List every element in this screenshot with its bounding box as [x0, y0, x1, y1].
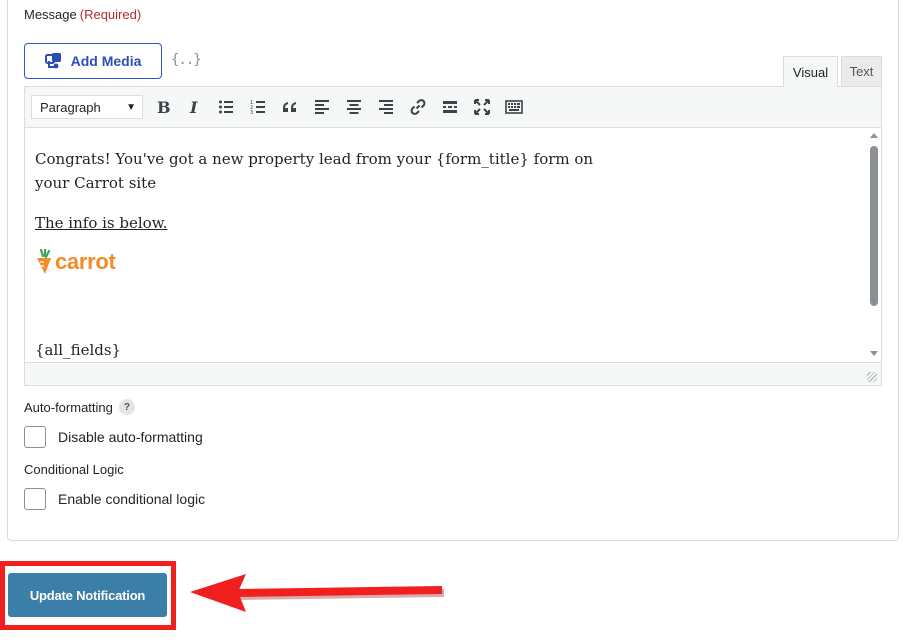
disable-auto-formatting-label[interactable]: Disable auto-formatting — [58, 429, 203, 445]
intro-line-2: your Carrot site — [35, 174, 157, 192]
required-indicator: (Required) — [79, 7, 142, 22]
media-icon — [44, 53, 61, 69]
editor-toolbar: Paragraph ▼ B I 1 2 3 — [25, 87, 881, 128]
blockquote-button[interactable] — [274, 91, 306, 123]
add-media-button[interactable]: Add Media — [24, 43, 162, 79]
link-button[interactable] — [402, 91, 434, 123]
bold-icon: B — [157, 98, 171, 116]
editor-scrollbar[interactable] — [867, 129, 881, 362]
svg-text:I: I — [189, 98, 198, 116]
format-select-value: Paragraph — [40, 99, 101, 115]
scrollbar-thumb[interactable] — [870, 146, 878, 306]
disable-auto-formatting-option[interactable]: Disable auto-formatting — [24, 426, 203, 448]
editor-paragraph-intro: Congrats! You've got a new property lead… — [35, 147, 857, 195]
merge-tags-icon[interactable]: {..} — [171, 52, 202, 68]
editor-statusbar — [25, 362, 881, 385]
enable-conditional-logic-label[interactable]: Enable conditional logic — [58, 491, 205, 507]
align-right-button[interactable] — [370, 91, 402, 123]
chevron-down-icon: ▼ — [126, 101, 136, 113]
fullscreen-button[interactable] — [466, 91, 498, 123]
tab-visual[interactable]: Visual — [783, 56, 838, 87]
annotation-arrow-icon — [190, 574, 445, 612]
italic-button[interactable]: I — [178, 91, 210, 123]
align-right-icon — [379, 100, 393, 114]
numbered-list-icon: 1 2 3 — [250, 100, 265, 116]
align-center-button[interactable] — [338, 91, 370, 123]
enable-conditional-logic-option[interactable]: Enable conditional logic — [24, 488, 205, 510]
update-notification-button[interactable]: Update Notification — [8, 573, 167, 617]
auto-formatting-label: Auto-formatting ? — [24, 399, 135, 415]
format-select[interactable]: Paragraph ▼ — [31, 95, 143, 119]
add-media-label: Add Media — [70, 53, 142, 69]
auto-formatting-label-text: Auto-formatting — [24, 399, 113, 415]
bulleted-list-button[interactable] — [210, 91, 242, 123]
toolbar-toggle-button[interactable] — [498, 91, 530, 123]
align-left-icon — [315, 100, 329, 114]
align-center-icon — [347, 100, 361, 114]
scroll-up-arrow-icon[interactable] — [870, 133, 878, 138]
keyboard-icon — [505, 100, 523, 114]
carrot-logo: carrot — [35, 249, 857, 275]
conditional-logic-label: Conditional Logic — [24, 462, 124, 477]
align-left-button[interactable] — [306, 91, 338, 123]
fullscreen-icon — [474, 99, 490, 115]
scroll-down-arrow-icon[interactable] — [870, 351, 878, 356]
message-editor: Paragraph ▼ B I 1 2 3 Congrats! You've g… — [24, 86, 882, 386]
svg-text:B: B — [157, 98, 171, 116]
conditional-logic-label-text: Conditional Logic — [24, 462, 124, 477]
read-more-icon — [443, 101, 457, 113]
carrot-logo-icon — [37, 249, 51, 274]
help-icon[interactable]: ? — [118, 399, 135, 415]
read-more-button[interactable] — [434, 91, 466, 123]
svg-text:3: 3 — [250, 110, 253, 116]
resize-handle-icon[interactable] — [867, 372, 877, 382]
blockquote-icon — [283, 102, 296, 112]
carrot-logo-text: carrot — [55, 249, 116, 274]
link-icon — [410, 99, 426, 115]
numbered-list-button[interactable]: 1 2 3 — [242, 91, 274, 123]
bulleted-list-icon — [219, 100, 233, 114]
enable-conditional-logic-checkbox[interactable] — [24, 488, 46, 510]
disable-auto-formatting-checkbox[interactable] — [24, 426, 46, 448]
message-label-text: Message — [24, 7, 77, 22]
intro-line-1: Congrats! You've got a new property lead… — [35, 150, 594, 168]
tab-text[interactable]: Text — [841, 56, 882, 86]
italic-icon: I — [189, 98, 198, 116]
editor-content[interactable]: Congrats! You've got a new property lead… — [25, 129, 867, 362]
bold-button[interactable]: B — [146, 91, 178, 123]
all-fields-merge-tag: {all_fields} — [35, 341, 122, 359]
message-field-label: Message (Required) — [24, 7, 141, 22]
info-line: The info is below. — [35, 214, 168, 232]
